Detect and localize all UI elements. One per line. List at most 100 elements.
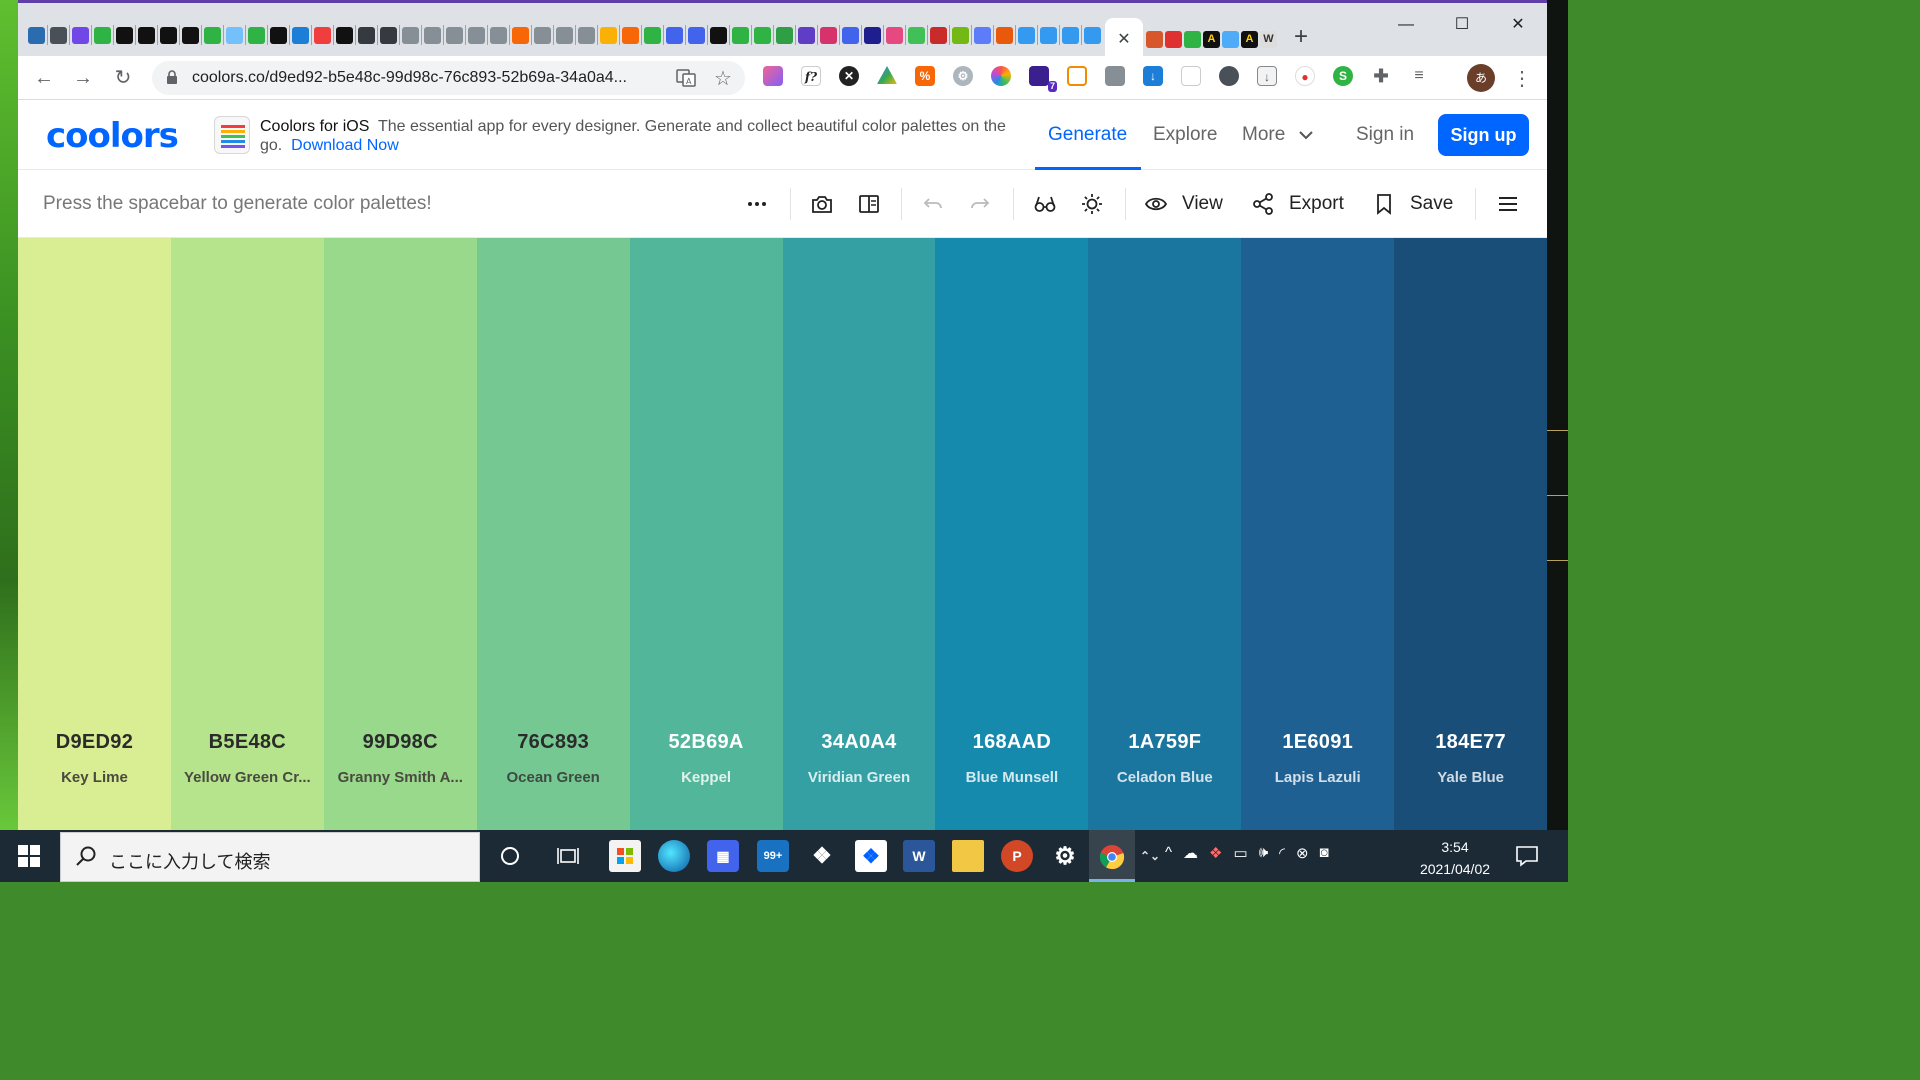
tab-favicon-icon[interactable] <box>160 27 177 44</box>
lock-icon[interactable] <box>166 70 178 85</box>
color-swatch[interactable]: 76C893 Ocean Green <box>476 238 630 830</box>
translate-icon[interactable]: A <box>676 68 696 88</box>
tab-favicon-icon[interactable] <box>1146 31 1163 48</box>
tab-favicon-icon[interactable] <box>512 27 529 44</box>
new-tab-button[interactable]: + <box>1288 24 1314 50</box>
extension-fonts-icon[interactable]: f? <box>801 66 821 86</box>
dropbox-tray-icon[interactable]: ❖ <box>1209 844 1222 862</box>
hamburger-menu-icon[interactable] <box>1496 190 1520 218</box>
clock[interactable]: 3:54 2021/04/02 <box>1405 836 1505 880</box>
color-swatch[interactable]: 52B69A Keppel <box>629 238 783 830</box>
address-bar[interactable]: coolors.co/d9ed92-b5e48c-99d98c-76c893-5… <box>152 61 745 95</box>
swatch-hex[interactable]: 34A0A4 <box>783 731 936 754</box>
color-wheel-icon[interactable] <box>991 66 1011 86</box>
tab-favicon-icon[interactable] <box>138 27 155 44</box>
color-swatch[interactable]: 1E6091 Lapis Lazuli <box>1241 238 1395 830</box>
tab-favicon-icon[interactable] <box>1084 27 1101 44</box>
tab-favicon-icon[interactable] <box>116 27 133 44</box>
swatch-hex[interactable]: 1E6091 <box>1241 731 1394 754</box>
tab-favicon-icon[interactable] <box>688 27 705 44</box>
tab-favicon-icon[interactable] <box>622 27 639 44</box>
wifi-icon[interactable]: ◜ <box>1279 844 1285 862</box>
color-swatch[interactable]: 1A759F Celadon Blue <box>1088 238 1242 830</box>
save-button[interactable]: Save <box>1372 190 1453 218</box>
tab-favicon-icon[interactable] <box>556 27 573 44</box>
extension-dots-icon[interactable] <box>1219 66 1239 86</box>
tab-favicon-icon[interactable] <box>490 27 507 44</box>
swatch-color-name[interactable]: Ocean Green <box>485 769 622 786</box>
swatch-color-name[interactable]: Granny Smith A... <box>332 769 469 786</box>
tab-favicon-icon[interactable] <box>204 27 221 44</box>
back-button[interactable]: ← <box>31 65 57 91</box>
tab-favicon-icon[interactable] <box>842 27 859 44</box>
swatch-color-name[interactable]: Yale Blue <box>1402 769 1539 786</box>
tab-favicon-icon[interactable] <box>336 27 353 44</box>
tab-favicon-icon[interactable] <box>600 27 617 44</box>
record-icon[interactable]: ● <box>1295 66 1315 86</box>
browser-menu-icon[interactable]: ⋮ <box>1512 66 1532 91</box>
minimize-button[interactable]: — <box>1384 13 1428 37</box>
calendar-app-icon[interactable]: ▦ <box>707 840 739 872</box>
bookmark-star-icon[interactable]: ☆ <box>714 66 732 91</box>
adjust-brightness-icon[interactable] <box>1080 190 1104 218</box>
cortana-icon[interactable] <box>494 840 526 872</box>
swatch-hex[interactable]: 99D98C <box>324 731 477 754</box>
tab-favicon-icon[interactable]: A <box>1203 31 1220 48</box>
undo-icon[interactable] <box>921 190 945 218</box>
powerpoint-icon[interactable]: P <box>1001 840 1033 872</box>
file-explorer-icon[interactable] <box>952 840 984 872</box>
tab-favicon-icon[interactable] <box>996 27 1013 44</box>
tab-favicon-icon[interactable] <box>226 27 243 44</box>
color-swatch[interactable]: 99D98C Granny Smith A... <box>323 238 477 830</box>
color-swatch[interactable]: 34A0A4 Viridian Green <box>782 238 936 830</box>
notification-center-icon[interactable] <box>1514 844 1540 868</box>
tab-favicon-icon[interactable]: W <box>1260 31 1277 48</box>
swatch-color-name[interactable]: Lapis Lazuli <box>1249 769 1386 786</box>
extension-s-icon[interactable]: S <box>1333 66 1353 86</box>
reload-button[interactable]: ↻ <box>110 65 136 91</box>
tab-favicon-icon[interactable] <box>798 27 815 44</box>
camera-icon[interactable] <box>810 190 834 218</box>
tab-favicon-icon[interactable] <box>28 27 45 44</box>
tab-favicon-icon[interactable] <box>886 27 903 44</box>
swatch-color-name[interactable]: Yellow Green Cr... <box>179 769 316 786</box>
tab-favicon-icon[interactable] <box>864 27 881 44</box>
close-circle-tray-icon[interactable]: ⊗ <box>1296 844 1309 862</box>
forward-button[interactable]: → <box>70 65 96 91</box>
swatch-hex[interactable]: 184E77 <box>1394 731 1547 754</box>
taskbar-scroll-icon[interactable]: ⌃⌄ <box>1140 840 1160 872</box>
tab-favicon-icon[interactable] <box>182 27 199 44</box>
tab-favicon-icon[interactable]: A <box>1241 31 1258 48</box>
color-swatch[interactable]: 184E77 Yale Blue <box>1394 238 1547 830</box>
microsoft-store-icon[interactable] <box>609 840 641 872</box>
google-drive-icon[interactable] <box>877 66 897 84</box>
mail-icon[interactable]: 99+ <box>757 840 789 872</box>
tab-favicon-icon[interactable] <box>710 27 727 44</box>
tab-favicon-icon[interactable] <box>1184 31 1201 48</box>
tab-favicon-icon[interactable] <box>1062 27 1079 44</box>
swatch-hex[interactable]: 52B69A <box>630 731 783 754</box>
tab-favicon-icon[interactable] <box>468 27 485 44</box>
nav-generate[interactable]: Generate <box>1048 124 1127 146</box>
crop-icon[interactable] <box>1067 66 1087 86</box>
dropbox-icon[interactable]: ❖ <box>806 840 838 872</box>
tab-favicon-icon[interactable] <box>424 27 441 44</box>
url-text[interactable]: coolors.co/d9ed92-b5e48c-99d98c-76c893-5… <box>192 69 627 87</box>
active-tab[interactable]: ✕ <box>1105 18 1143 59</box>
dropbox-app-icon[interactable]: ❖ <box>855 840 887 872</box>
onedrive-cloud-icon[interactable]: ☁ <box>1183 844 1198 862</box>
export-button[interactable]: Export <box>1251 190 1344 218</box>
taskbar-search[interactable]: ここに入力して検索 <box>60 832 480 882</box>
tab-favicon-icon[interactable] <box>908 27 925 44</box>
tab-favicon-icon[interactable] <box>534 27 551 44</box>
start-button[interactable] <box>0 830 58 882</box>
tab-favicon-icon[interactable] <box>248 27 265 44</box>
swatch-color-name[interactable]: Keppel <box>638 769 775 786</box>
camera-extension-icon[interactable] <box>1105 66 1125 86</box>
redo-icon[interactable] <box>968 190 992 218</box>
extension-cube-icon[interactable]: 7 <box>1029 66 1057 92</box>
tab-favicon-icon[interactable] <box>974 27 991 44</box>
battery-icon[interactable]: ▭ <box>1234 844 1248 862</box>
tab-favicon-icon[interactable] <box>72 27 89 44</box>
word-icon[interactable]: W <box>903 840 935 872</box>
